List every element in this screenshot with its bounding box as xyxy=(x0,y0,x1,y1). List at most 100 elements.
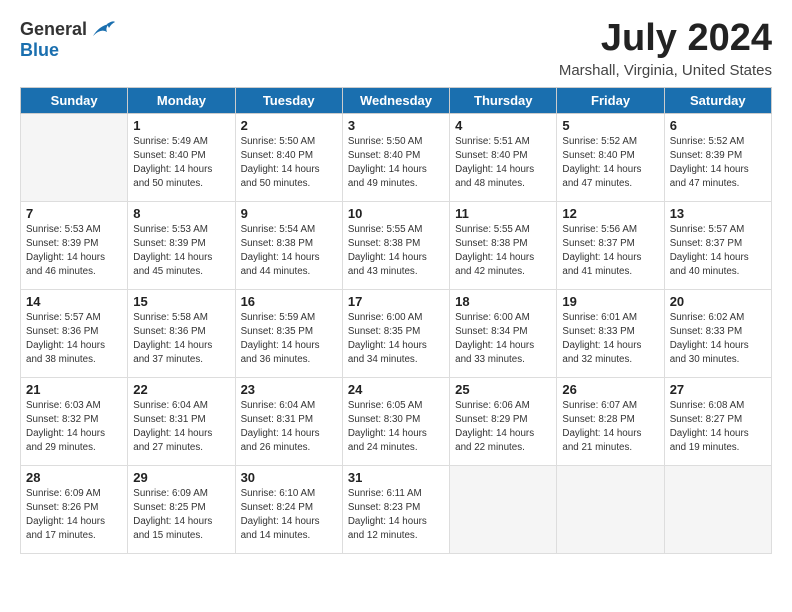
header-sunday: Sunday xyxy=(21,87,128,113)
day-info: Sunrise: 6:03 AMSunset: 8:32 PMDaylight:… xyxy=(26,399,122,456)
calendar-table: Sunday Monday Tuesday Wednesday Thursday… xyxy=(20,87,772,554)
day-number: 2 xyxy=(241,118,337,133)
day-number: 25 xyxy=(455,382,551,397)
day-info: Sunrise: 5:59 AMSunset: 8:35 PMDaylight:… xyxy=(241,311,337,368)
calendar-cell: 18Sunrise: 6:00 AMSunset: 8:34 PMDayligh… xyxy=(450,289,557,377)
day-info: Sunrise: 5:55 AMSunset: 8:38 PMDaylight:… xyxy=(455,223,551,280)
day-number: 17 xyxy=(348,294,444,309)
day-number: 8 xyxy=(133,206,229,221)
day-info: Sunrise: 5:50 AMSunset: 8:40 PMDaylight:… xyxy=(348,135,444,192)
day-info: Sunrise: 5:53 AMSunset: 8:39 PMDaylight:… xyxy=(26,223,122,280)
day-number: 14 xyxy=(26,294,122,309)
day-number: 5 xyxy=(562,118,658,133)
calendar-cell: 3 Sunrise: 5:50 AMSunset: 8:40 PMDaylight… xyxy=(342,113,449,201)
calendar-week-row-1: 7Sunrise: 5:53 AMSunset: 8:39 PMDaylight… xyxy=(21,201,772,289)
calendar-cell: 12Sunrise: 5:56 AMSunset: 8:37 PMDayligh… xyxy=(557,201,664,289)
calendar-cell: 24Sunrise: 6:05 AMSunset: 8:30 PMDayligh… xyxy=(342,377,449,465)
calendar-week-row-3: 21 Sunrise: 6:03 AMSunset: 8:32 PMDayligh… xyxy=(21,377,772,465)
calendar-cell: 14Sunrise: 5:57 AMSunset: 8:36 PMDayligh… xyxy=(21,289,128,377)
calendar-cell: 8Sunrise: 5:53 AMSunset: 8:39 PMDaylight… xyxy=(128,201,235,289)
calendar-cell xyxy=(557,465,664,553)
day-number: 20 xyxy=(670,294,766,309)
calendar-cell: 31 Sunrise: 6:11 AMSunset: 8:23 PMDayligh… xyxy=(342,465,449,553)
calendar-header-row: Sunday Monday Tuesday Wednesday Thursday… xyxy=(21,87,772,113)
header-friday: Friday xyxy=(557,87,664,113)
calendar-cell: 1 Sunrise: 5:49 AMSunset: 8:40 PMDaylight… xyxy=(128,113,235,201)
header-monday: Monday xyxy=(128,87,235,113)
day-info: Sunrise: 6:08 AMSunset: 8:27 PMDaylight:… xyxy=(670,399,766,456)
calendar-cell: 30 Sunrise: 6:10 AMSunset: 8:24 PMDayligh… xyxy=(235,465,342,553)
day-info: Sunrise: 6:07 AMSunset: 8:28 PMDaylight:… xyxy=(562,399,658,456)
day-number: 11 xyxy=(455,206,551,221)
day-info: Sunrise: 6:05 AMSunset: 8:30 PMDaylight:… xyxy=(348,399,444,456)
logo-general-text: General xyxy=(20,19,87,40)
day-info: Sunrise: 6:01 AMSunset: 8:33 PMDaylight:… xyxy=(562,311,658,368)
calendar-cell xyxy=(664,465,771,553)
day-number: 26 xyxy=(562,382,658,397)
day-number: 22 xyxy=(133,382,229,397)
day-number: 27 xyxy=(670,382,766,397)
calendar-cell: 19 Sunrise: 6:01 AMSunset: 8:33 PMDayligh… xyxy=(557,289,664,377)
day-info: Sunrise: 6:02 AMSunset: 8:33 PMDaylight:… xyxy=(670,311,766,368)
day-info: Sunrise: 5:55 AMSunset: 8:38 PMDaylight:… xyxy=(348,223,444,280)
day-number: 21 xyxy=(26,382,122,397)
day-info: Sunrise: 5:58 AMSunset: 8:36 PMDaylight:… xyxy=(133,311,229,368)
calendar-cell: 28 Sunrise: 6:09 AMSunset: 8:26 PMDayligh… xyxy=(21,465,128,553)
calendar-cell: 13 Sunrise: 5:57 AMSunset: 8:37 PMDayligh… xyxy=(664,201,771,289)
calendar-cell: 16 Sunrise: 5:59 AMSunset: 8:35 PMDayligh… xyxy=(235,289,342,377)
day-info: Sunrise: 6:00 AMSunset: 8:35 PMDaylight:… xyxy=(348,311,444,368)
day-info: Sunrise: 5:51 AMSunset: 8:40 PMDaylight:… xyxy=(455,135,551,192)
calendar-week-row-4: 28 Sunrise: 6:09 AMSunset: 8:26 PMDayligh… xyxy=(21,465,772,553)
day-number: 16 xyxy=(241,294,337,309)
calendar-body: 1 Sunrise: 5:49 AMSunset: 8:40 PMDaylight… xyxy=(21,113,772,553)
page: GeneralBlue July 2024 Marshall, Virginia… xyxy=(0,0,792,564)
calendar-cell: 25 Sunrise: 6:06 AMSunset: 8:29 PMDayligh… xyxy=(450,377,557,465)
calendar-cell: 23Sunrise: 6:04 AMSunset: 8:31 PMDayligh… xyxy=(235,377,342,465)
day-info: Sunrise: 6:04 AMSunset: 8:31 PMDaylight:… xyxy=(133,399,229,456)
day-info: Sunrise: 6:11 AMSunset: 8:23 PMDaylight:… xyxy=(348,487,444,544)
day-number: 15 xyxy=(133,294,229,309)
calendar-cell: 5 Sunrise: 5:52 AMSunset: 8:40 PMDaylight… xyxy=(557,113,664,201)
calendar-cell: 10Sunrise: 5:55 AMSunset: 8:38 PMDayligh… xyxy=(342,201,449,289)
calendar-week-row-0: 1 Sunrise: 5:49 AMSunset: 8:40 PMDaylight… xyxy=(21,113,772,201)
calendar-title: July 2024 xyxy=(559,18,772,60)
day-number: 1 xyxy=(133,118,229,133)
day-number: 18 xyxy=(455,294,551,309)
day-number: 3 xyxy=(348,118,444,133)
logo-blue-text: Blue xyxy=(20,40,59,61)
header-thursday: Thursday xyxy=(450,87,557,113)
calendar-cell xyxy=(450,465,557,553)
day-number: 13 xyxy=(670,206,766,221)
day-number: 31 xyxy=(348,470,444,485)
day-info: Sunrise: 5:49 AMSunset: 8:40 PMDaylight:… xyxy=(133,135,229,192)
calendar-cell: 22 Sunrise: 6:04 AMSunset: 8:31 PMDayligh… xyxy=(128,377,235,465)
day-number: 29 xyxy=(133,470,229,485)
day-info: Sunrise: 6:06 AMSunset: 8:29 PMDaylight:… xyxy=(455,399,551,456)
header-wednesday: Wednesday xyxy=(342,87,449,113)
day-info: Sunrise: 5:52 AMSunset: 8:40 PMDaylight:… xyxy=(562,135,658,192)
calendar-cell: 7Sunrise: 5:53 AMSunset: 8:39 PMDaylight… xyxy=(21,201,128,289)
calendar-cell: 26 Sunrise: 6:07 AMSunset: 8:28 PMDayligh… xyxy=(557,377,664,465)
day-info: Sunrise: 6:09 AMSunset: 8:26 PMDaylight:… xyxy=(26,487,122,544)
day-number: 23 xyxy=(241,382,337,397)
day-info: Sunrise: 5:54 AMSunset: 8:38 PMDaylight:… xyxy=(241,223,337,280)
day-number: 30 xyxy=(241,470,337,485)
header: GeneralBlue July 2024 Marshall, Virginia… xyxy=(20,18,772,79)
calendar-cell xyxy=(21,113,128,201)
day-number: 19 xyxy=(562,294,658,309)
logo-bird-icon xyxy=(89,18,117,40)
day-info: Sunrise: 5:56 AMSunset: 8:37 PMDaylight:… xyxy=(562,223,658,280)
calendar-location: Marshall, Virginia, United States xyxy=(559,62,772,79)
day-info: Sunrise: 6:09 AMSunset: 8:25 PMDaylight:… xyxy=(133,487,229,544)
day-number: 28 xyxy=(26,470,122,485)
day-info: Sunrise: 6:10 AMSunset: 8:24 PMDaylight:… xyxy=(241,487,337,544)
day-info: Sunrise: 5:50 AMSunset: 8:40 PMDaylight:… xyxy=(241,135,337,192)
title-block: July 2024 Marshall, Virginia, United Sta… xyxy=(559,18,772,79)
calendar-cell: 17 Sunrise: 6:00 AMSunset: 8:35 PMDayligh… xyxy=(342,289,449,377)
calendar-cell: 4Sunrise: 5:51 AMSunset: 8:40 PMDaylight… xyxy=(450,113,557,201)
header-saturday: Saturday xyxy=(664,87,771,113)
calendar-cell: 9Sunrise: 5:54 AMSunset: 8:38 PMDaylight… xyxy=(235,201,342,289)
day-info: Sunrise: 5:57 AMSunset: 8:37 PMDaylight:… xyxy=(670,223,766,280)
calendar-cell: 6Sunrise: 5:52 AMSunset: 8:39 PMDaylight… xyxy=(664,113,771,201)
calendar-cell: 27 Sunrise: 6:08 AMSunset: 8:27 PMDayligh… xyxy=(664,377,771,465)
